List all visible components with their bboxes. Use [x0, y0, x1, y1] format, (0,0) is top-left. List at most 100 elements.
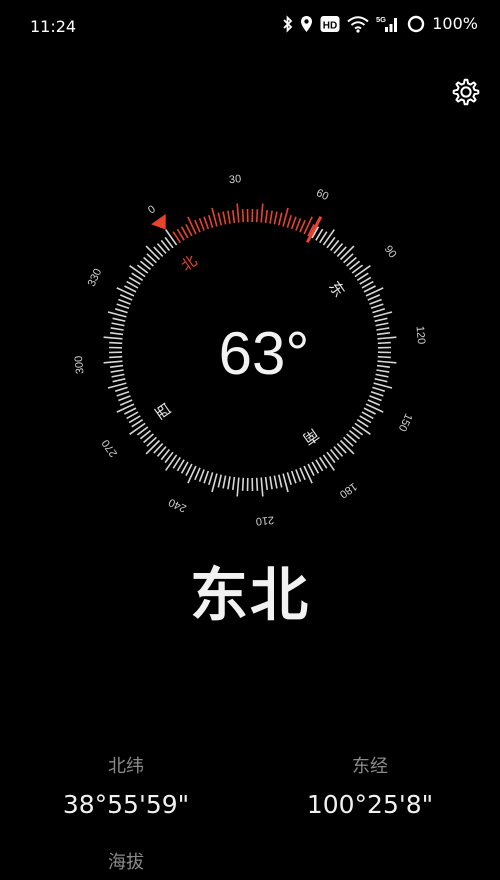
status-icons: HD 5G 100% — [283, 14, 478, 33]
compass-tick — [194, 219, 201, 233]
compass-degree-label: 240 — [167, 496, 189, 515]
compass-cardinal-north: 北 — [178, 252, 201, 275]
compass-tick — [114, 386, 128, 392]
compass-tick — [118, 298, 131, 305]
compass-tick — [295, 469, 302, 482]
compass-tick — [103, 360, 123, 364]
compass-tick — [260, 203, 264, 223]
compass-tick — [255, 477, 259, 491]
compass-tick — [129, 422, 146, 435]
compass-tick — [107, 311, 127, 318]
compass-tick — [264, 476, 268, 490]
compass-tick — [217, 212, 222, 226]
compass-tick — [299, 467, 306, 481]
compass-tick — [227, 476, 231, 490]
compass-tick — [227, 210, 231, 224]
compass-tick — [354, 265, 371, 278]
heading-indicator — [305, 215, 323, 244]
compass-tick — [375, 373, 389, 378]
compass-tick — [203, 470, 210, 484]
compass-degree-label: 60 — [314, 187, 330, 203]
compass-tick — [369, 395, 382, 402]
compass-tick — [367, 399, 381, 406]
compass-tick — [112, 317, 126, 322]
compass-tick — [217, 474, 222, 488]
compass-tick — [322, 454, 335, 471]
compass-degree-label: 30 — [228, 173, 241, 186]
compass-tick — [282, 207, 289, 227]
compass-tick — [232, 210, 236, 224]
compass-tick — [354, 422, 371, 435]
compass-tick — [116, 303, 130, 310]
battery-icon — [407, 15, 425, 33]
compass-tick — [367, 294, 381, 301]
compass-tick — [211, 207, 218, 227]
compass-tick — [232, 476, 236, 490]
compass-tick — [110, 369, 124, 373]
bluetooth-icon — [283, 14, 293, 33]
compass-tick — [110, 332, 124, 336]
compass-tick — [307, 463, 315, 476]
compass-tick — [278, 212, 283, 226]
compass-tick — [222, 475, 227, 489]
longitude-block: 东经 100°25'8" — [270, 752, 470, 819]
compass-tick — [208, 472, 214, 486]
gear-icon — [452, 78, 480, 106]
compass-tick — [290, 216, 297, 230]
compass-degree-label: 330 — [86, 267, 105, 289]
compass-tick — [363, 407, 376, 415]
compass-tick — [165, 229, 178, 246]
compass-tick — [118, 395, 131, 402]
compass-tick — [376, 332, 390, 336]
compass: 0 30 60 90 120 150 180 210 240 270 300 330 北东南 西 63° — [0, 160, 500, 540]
compass-degree-label: 90 — [382, 243, 399, 260]
compass-tick — [377, 336, 397, 340]
status-time: 11:24 — [30, 17, 77, 36]
location-icon — [300, 15, 313, 33]
compass-tick — [211, 473, 218, 493]
compass-tick — [124, 285, 137, 293]
compass-tick — [363, 285, 376, 293]
compass-tick — [376, 364, 390, 368]
compass-tick — [339, 439, 355, 455]
compass-tick — [114, 308, 128, 314]
compass-tick — [111, 373, 125, 378]
compass-tick — [255, 209, 259, 223]
latitude-block: 北纬 38°55'59" — [26, 752, 226, 819]
compass-tick — [110, 327, 124, 331]
compass-tick — [112, 378, 126, 383]
compass-tick — [185, 463, 193, 476]
settings-button[interactable] — [448, 74, 484, 110]
compass-tick — [282, 473, 289, 493]
compass-tick — [273, 475, 278, 489]
compass-tick — [376, 327, 390, 331]
compass-tick — [241, 477, 245, 491]
compass-tick — [124, 407, 137, 415]
compass-tick — [103, 336, 123, 340]
compass-tick — [165, 454, 178, 471]
hd-icon: HD — [320, 15, 340, 33]
compass-cardinal-south: 南 — [299, 425, 322, 448]
compass-degree-label: 120 — [414, 325, 428, 344]
compass-tick — [145, 439, 161, 455]
compass-tick — [322, 229, 335, 246]
heading-degrees: 63° — [219, 320, 310, 387]
latitude-value: 38°55'59" — [62, 790, 190, 819]
compass-tick — [264, 210, 268, 224]
compass-tick — [119, 294, 133, 301]
compass-tick — [236, 203, 240, 223]
compass-tick — [222, 211, 227, 225]
compass-tick — [295, 218, 302, 231]
longitude-label: 东经 — [352, 756, 388, 777]
battery-level: 100% — [432, 14, 478, 33]
compass-tick — [369, 298, 382, 305]
compass-cardinal-east: 东 — [325, 278, 348, 301]
compass-tick — [109, 341, 123, 345]
compass-tick — [370, 303, 384, 310]
altitude-block: 海拔 — [26, 848, 226, 874]
compass-tick — [370, 390, 384, 397]
compass-tick — [269, 210, 273, 224]
compass-tick — [107, 382, 127, 389]
status-bar: 11:24 HD 5G 100% — [0, 0, 500, 56]
compass-tick — [198, 218, 205, 231]
